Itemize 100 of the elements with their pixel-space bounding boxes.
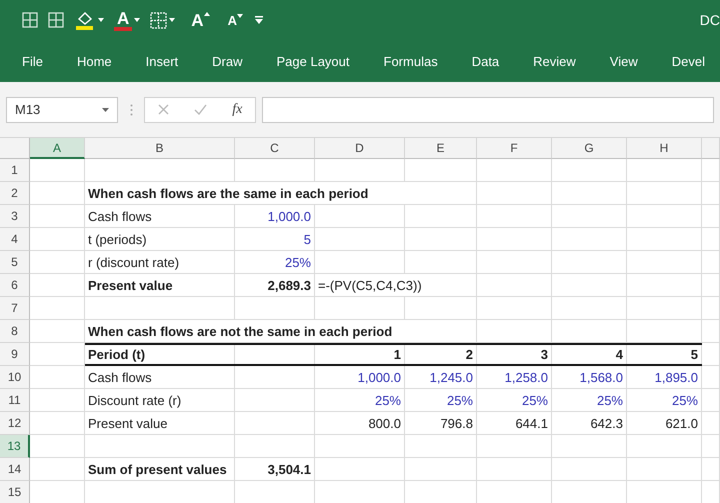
- ribbon-tab[interactable]: Review: [533, 50, 576, 72]
- empty-cell: [405, 159, 477, 182]
- column-header[interactable]: F: [477, 138, 552, 159]
- column-header[interactable]: B: [85, 138, 235, 159]
- cell-text: 644.1: [477, 412, 552, 435]
- row-header[interactable]: 9: [0, 343, 30, 366]
- empty-cell: [702, 297, 720, 320]
- name-box[interactable]: M13: [6, 96, 118, 122]
- column-header[interactable]: E: [405, 138, 477, 159]
- cell-text: When cash flows are not the same in each period: [85, 320, 477, 343]
- row-header[interactable]: 12: [0, 412, 30, 435]
- empty-cell: [702, 205, 720, 228]
- cell-text: 5: [235, 228, 315, 251]
- borders-icon[interactable]: [150, 12, 168, 28]
- ribbon-tab[interactable]: Devel: [672, 50, 705, 72]
- column-header[interactable]: A: [30, 138, 85, 159]
- cell-text: 2,689.3: [235, 274, 315, 297]
- empty-cell: [702, 389, 720, 412]
- cell-text: When cash flows are the same in each period: [85, 182, 477, 205]
- empty-cell: [702, 251, 720, 274]
- ribbon-tab[interactable]: Formulas: [384, 50, 438, 72]
- cell-text: Sum of present values: [85, 458, 235, 481]
- customize-icon[interactable]: [254, 16, 263, 24]
- caret-icon[interactable]: [169, 18, 176, 22]
- cell-text: 642.3: [552, 412, 627, 435]
- table-icon[interactable]: [22, 12, 38, 28]
- table-icon[interactable]: [48, 12, 64, 28]
- ribbon-tab[interactable]: Home: [76, 50, 112, 72]
- ribbon-tab[interactable]: Page Layout: [276, 50, 350, 72]
- formula-field[interactable]: [262, 96, 714, 122]
- column-header[interactable]: D: [315, 138, 405, 159]
- caret-icon[interactable]: [134, 18, 140, 22]
- cell-text: Cash flows: [85, 366, 235, 389]
- empty-cell: [702, 343, 720, 366]
- cell-text: 1,258.0: [477, 366, 552, 389]
- empty-cell: [702, 274, 720, 297]
- grip-icon: [130, 104, 132, 116]
- empty-cell: [702, 182, 720, 205]
- column-header[interactable]: G: [552, 138, 627, 159]
- cell-text: 1,000.0: [235, 205, 315, 228]
- column-header[interactable]: C: [235, 138, 315, 159]
- row-header[interactable]: 1: [0, 159, 30, 182]
- cell-text: 1: [315, 345, 405, 364]
- insert-function-button[interactable]: fx: [232, 102, 242, 118]
- row-header[interactable]: 3: [0, 205, 30, 228]
- ribbon-tab[interactable]: Insert: [146, 50, 178, 72]
- empty-cell: [405, 205, 477, 228]
- empty-cell: [702, 366, 720, 389]
- cell-text: 4: [552, 345, 627, 364]
- cell-text: t (periods): [85, 228, 235, 251]
- cell-text: 1,000.0: [315, 366, 405, 389]
- row-header[interactable]: 10: [0, 366, 30, 389]
- cell-text: 1,568.0: [552, 366, 627, 389]
- cell-text: 25%: [405, 389, 477, 412]
- cell-text: 25%: [477, 389, 552, 412]
- caret-icon[interactable]: [98, 18, 104, 22]
- check-icon[interactable]: [194, 104, 207, 115]
- caret-icon[interactable]: [102, 108, 109, 112]
- cell-text: 5: [627, 345, 702, 364]
- row-header[interactable]: 2: [0, 182, 30, 205]
- cell-text: r (discount rate): [85, 251, 235, 274]
- empty-cell: [702, 435, 720, 458]
- paint-bucket-icon[interactable]: [74, 10, 96, 30]
- empty-cell: [405, 251, 477, 274]
- cell-text: 800.0: [315, 412, 405, 435]
- window-title: DC: [700, 12, 720, 28]
- cell-text: =-(PV(C5,C4,C3)): [315, 274, 477, 297]
- row-header[interactable]: 6: [0, 274, 30, 297]
- row-header[interactable]: 4: [0, 228, 30, 251]
- row-header[interactable]: 14: [0, 458, 30, 481]
- cell-text: 796.8: [405, 412, 477, 435]
- cell-text: 1,895.0: [627, 366, 702, 389]
- cell-text: Present value: [85, 274, 235, 297]
- cell-text: 3,504.1: [235, 458, 315, 481]
- cell-text: 25%: [235, 251, 315, 274]
- empty-cell: [702, 159, 720, 182]
- row-header[interactable]: 5: [0, 251, 30, 274]
- cell-text: Period (t): [85, 345, 235, 364]
- cell-text: Discount rate (r): [85, 389, 235, 412]
- cell-text: Present value: [85, 412, 235, 435]
- cell-text: Cash flows: [85, 205, 235, 228]
- ribbon-tab[interactable]: View: [610, 50, 638, 72]
- row-header[interactable]: 11: [0, 389, 30, 412]
- empty-cell: [405, 297, 477, 320]
- row-header[interactable]: 8: [0, 320, 30, 343]
- row-header[interactable]: 13: [0, 435, 30, 458]
- row-header[interactable]: 7: [0, 297, 30, 320]
- row-header[interactable]: 15: [0, 481, 30, 503]
- cell-text: 25%: [552, 389, 627, 412]
- cell-text: 2: [405, 345, 477, 364]
- empty-cell: [702, 320, 720, 343]
- empty-cell: [702, 458, 720, 481]
- column-header[interactable]: H: [627, 138, 702, 159]
- cell-text: 621.0: [627, 412, 702, 435]
- empty-cell: [405, 435, 477, 458]
- ribbon-tab[interactable]: Data: [472, 50, 500, 72]
- ribbon-tab[interactable]: File: [22, 50, 43, 72]
- cell-text: 25%: [315, 389, 405, 412]
- ribbon-tab[interactable]: Draw: [212, 50, 242, 72]
- empty-cell: [405, 458, 477, 481]
